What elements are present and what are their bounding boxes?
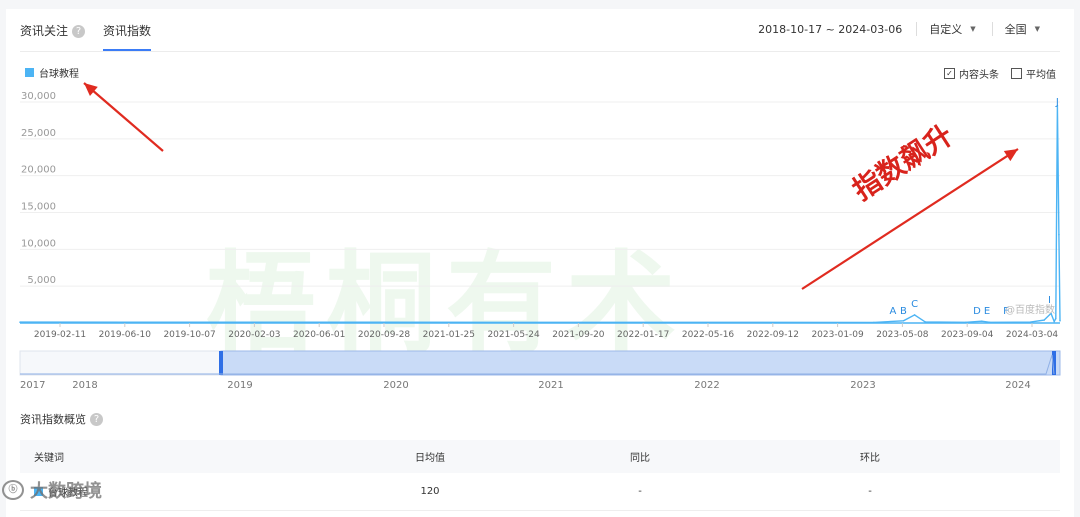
event-marker-a: A	[890, 306, 897, 317]
range-year-label: 2022	[694, 380, 719, 391]
x-tick-label: 2023-05-08	[876, 330, 929, 340]
data-point	[1054, 317, 1057, 320]
x-tick-label: 2020-09-28	[358, 330, 411, 340]
event-marker-d: D	[973, 306, 981, 317]
range-year-label: 2020	[383, 380, 408, 391]
y-tick-label: 25,000	[21, 128, 56, 139]
overview-title: 资讯指数概览?	[20, 411, 103, 427]
chart-card: 资讯关注? 资讯指数 2018-10-17 ~ 2024-03-06 自定义 ▼ …	[6, 9, 1074, 517]
range-year-label: 2024	[1005, 380, 1030, 391]
y-tick-label: 5,000	[27, 275, 56, 286]
range-year-label: 2023	[850, 380, 875, 391]
help-icon[interactable]: ?	[90, 412, 103, 426]
overview-table: 关键词 日均值 同比 环比 台球教程 120 - -	[20, 440, 1060, 511]
x-tick-label: 2020-02-03	[228, 330, 280, 340]
range-slider-handle-left	[219, 351, 223, 375]
x-tick-label: 2024-03-04	[1006, 330, 1059, 340]
x-tick-label: 2022-05-16	[682, 330, 735, 340]
data-point	[1058, 233, 1060, 236]
range-year-label: 2021	[538, 380, 563, 391]
event-marker-e: E	[984, 306, 990, 317]
x-tick-label: 2021-01-25	[423, 330, 475, 340]
col-mom: 环比	[860, 453, 880, 464]
data-point	[873, 321, 875, 324]
table-row: 台球教程 120 - -	[20, 473, 1060, 511]
event-marker-b: B	[900, 306, 907, 317]
x-tick-label: 2023-01-09	[811, 330, 864, 340]
y-tick-label: 30,000	[21, 91, 56, 102]
x-tick-label: 2023-09-04	[941, 330, 994, 340]
event-marker-j: J	[1055, 97, 1059, 108]
data-point	[913, 314, 916, 316]
data-point	[924, 321, 926, 323]
range-year-label: 2018	[72, 380, 97, 391]
range-year-label: 2019	[227, 380, 252, 391]
x-tick-label: 2019-06-10	[99, 330, 152, 340]
table-header: 关键词 日均值 同比 环比	[20, 440, 1060, 473]
y-tick-label: 20,000	[21, 165, 56, 176]
data-point	[1029, 321, 1032, 323]
y-tick-label: 10,000	[21, 238, 56, 249]
event-marker-c: C	[911, 299, 918, 310]
range-year-label: 2017	[20, 380, 45, 391]
x-tick-label: 2022-01-17	[617, 330, 669, 340]
data-point	[1043, 319, 1045, 321]
data-point	[19, 321, 21, 323]
col-yoy: 同比	[630, 453, 650, 464]
data-point	[980, 320, 983, 322]
row-yoy: -	[638, 486, 642, 497]
chat-bubble-icon: ⓑ	[2, 480, 24, 500]
footer-watermark: ⓑ 大数跨境	[2, 477, 102, 503]
overview-title-text: 资讯指数概览	[20, 413, 86, 426]
line-chart: 5,000 10,000 15,000 20,000 25,000 30,000 2019-…	[19, 82, 1061, 391]
chart-source-watermark: @百度指数	[1005, 303, 1055, 316]
data-point	[902, 319, 905, 322]
data-point	[1059, 319, 1061, 322]
x-tick-label: 2019-10-07	[163, 330, 215, 340]
annotation-arrow-spike-head	[1003, 149, 1018, 162]
data-point	[965, 321, 967, 324]
row-daily-avg: 120	[420, 486, 440, 497]
col-daily-avg: 日均值	[415, 453, 445, 464]
row-mom: -	[868, 486, 872, 497]
x-tick-label: 2022-09-12	[747, 330, 799, 340]
annotation-arrow-legend	[83, 82, 164, 152]
y-tick-label: 15,000	[21, 202, 56, 213]
x-tick-label: 2019-02-11	[34, 330, 86, 340]
col-keyword: 关键词	[34, 453, 64, 464]
x-tick-label: 2021-09-20	[552, 330, 605, 340]
range-slider-selection	[220, 350, 1061, 376]
x-tick-label: 2020-06-01	[293, 330, 345, 340]
data-point	[988, 321, 991, 324]
footer-watermark-text: 大数跨境	[30, 481, 102, 502]
data-point	[1053, 320, 1055, 323]
x-tick-label: 2021-05-24	[487, 330, 540, 340]
